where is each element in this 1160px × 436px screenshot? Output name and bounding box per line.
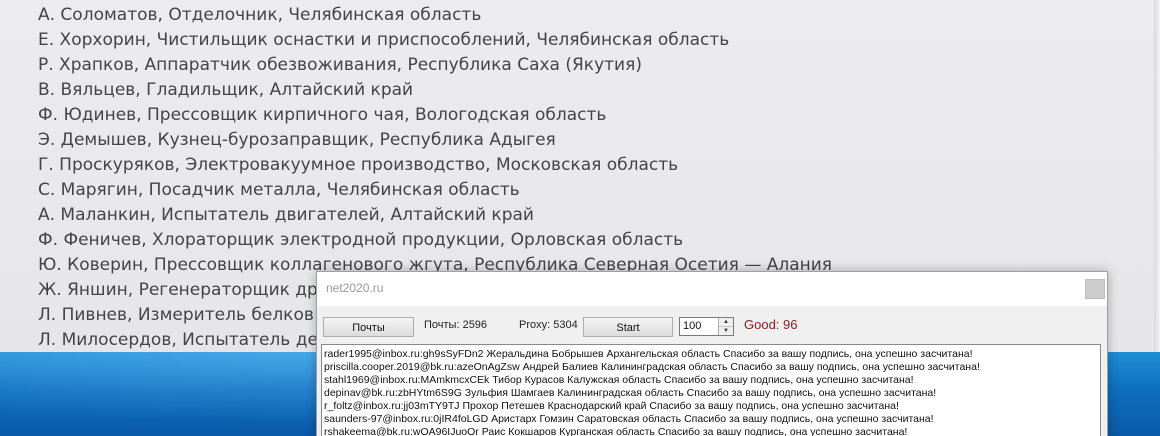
- threads-stepper[interactable]: 100 ▲ ▼: [679, 317, 734, 336]
- list-item: Р. Храпков, Аппаратчик обезвоживания, Ре…: [38, 55, 642, 75]
- list-item: Г. Проскуряков, Электровакуумное произво…: [38, 155, 679, 175]
- stepper-down-icon[interactable]: ▼: [719, 327, 733, 335]
- log-line: depinav@bk.ru:zbHYtm6S9G Зульфия Шамгаев…: [324, 387, 937, 399]
- log-textbox[interactable]: rader1995@inbox.ru:gh9sSyFDn2 Жеральдина…: [321, 344, 1101, 436]
- stepper-buttons: ▲ ▼: [718, 318, 733, 335]
- proxy-count-label: Proxy: 5304: [519, 319, 578, 331]
- list-item: А. Соломатов, Отделочник, Челябинская об…: [38, 5, 482, 25]
- close-button[interactable]: [1085, 279, 1105, 299]
- list-item: Ф. Феничев, Хлораторщик электродной прод…: [38, 230, 684, 250]
- app-window: net2020.ru Почты Почты: 2596 Proxy: 5304…: [316, 271, 1108, 436]
- log-line: r_foltz@inbox.ru:jj03mTY9TJ Прохор Петеш…: [324, 400, 899, 412]
- page-scroll-edge: [1154, 0, 1160, 352]
- log-line: rader1995@inbox.ru:gh9sSyFDn2 Жеральдина…: [324, 348, 973, 360]
- log-line: rshakeema@bk.ru:wOA96IJuoOr Раис Кокшаро…: [324, 426, 908, 436]
- window-title: net2020.ru: [326, 281, 384, 295]
- list-item: Е. Хорхорин, Чистильщик оснастки и присп…: [38, 30, 730, 50]
- list-item: Э. Демышев, Кузнец-бурозаправщик, Респуб…: [38, 130, 556, 150]
- list-item: С. Марягин, Посадчик металла, Челябинска…: [38, 180, 520, 200]
- list-item: В. Вяльцев, Гладильщик, Алтайский край: [38, 80, 414, 100]
- good-count-label: Good: 96: [744, 317, 798, 332]
- log-line: saunders-97@inbox.ru:0jIR4foLGD Аристарх…: [324, 413, 934, 425]
- log-lines: rader1995@inbox.ru:gh9sSyFDn2 Жеральдина…: [322, 345, 1100, 436]
- title-bar[interactable]: net2020.ru: [317, 272, 1107, 306]
- list-item: А. Маланкин, Испытатель двигателей, Алта…: [38, 205, 534, 225]
- log-line: priscilla.cooper.2019@bk.ru:azeOnAgZsw А…: [324, 361, 980, 373]
- mails-count-label: Почты: 2596: [424, 319, 488, 331]
- log-line: stahl1969@inbox.ru:MAmkmcxCEk Тибор Кура…: [324, 374, 914, 386]
- threads-value[interactable]: 100: [683, 320, 701, 332]
- list-item: Ф. Юдинев, Прессовщик кирпичного чая, Во…: [38, 105, 607, 125]
- start-button[interactable]: Start: [583, 317, 673, 337]
- toolbar: Почты Почты: 2596 Proxy: 5304 Start 100 …: [317, 306, 1107, 342]
- stepper-up-icon[interactable]: ▲: [719, 318, 733, 327]
- mails-button[interactable]: Почты: [323, 317, 414, 337]
